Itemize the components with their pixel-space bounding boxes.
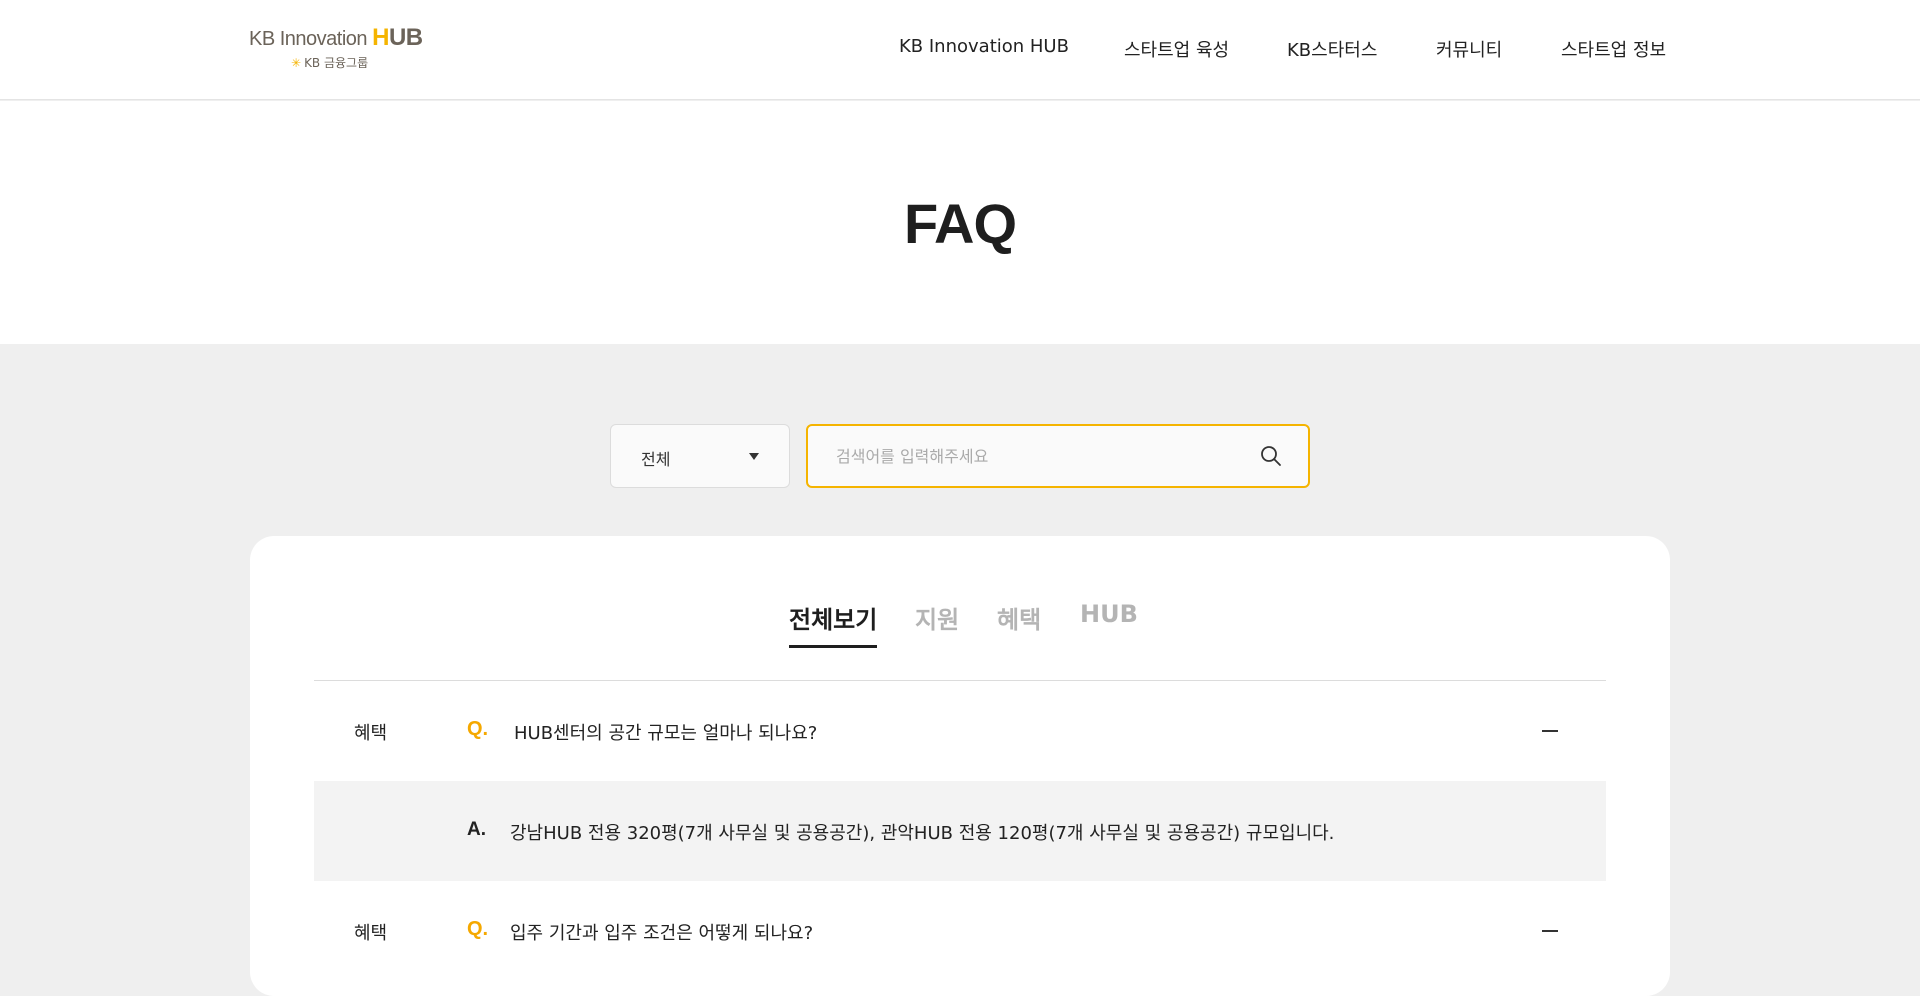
faq-answer: 강남HUB 전용 320평(7개 사무실 및 공용공간), 관악HUB 전용 1…: [510, 823, 1335, 844]
collapse-icon[interactable]: [1542, 930, 1558, 932]
faq-question: HUB센터의 공간 규모는 얼마나 되나요?: [514, 723, 818, 744]
faq-category: 혜택: [354, 723, 388, 744]
faq-category: 혜택: [354, 923, 388, 944]
caret-down-icon: [749, 453, 759, 460]
faq-tabs: 전체보기 지원 혜택 HUB: [250, 600, 1670, 650]
faq-answer-row: A. 강남HUB 전용 320평(7개 사무실 및 공용공간), 관악HUB 전…: [314, 781, 1606, 881]
nav-item-startup-info[interactable]: 스타트업 정보: [1561, 36, 1666, 62]
faq-question-row[interactable]: 혜택 Q. 입주 기간과 입주 조건은 어떻게 되나요?: [314, 881, 1606, 981]
nav-item-startup-growth[interactable]: 스타트업 육성: [1124, 36, 1229, 62]
tab-support[interactable]: 지원: [915, 600, 959, 635]
page-title: FAQ: [903, 192, 1017, 255]
nav-item-community[interactable]: 커뮤니티: [1436, 36, 1502, 62]
nav-item-kb-innovation-hub[interactable]: KB Innovation HUB: [899, 36, 1069, 57]
question-mark-label: Q.: [467, 918, 489, 940]
search-input[interactable]: [836, 426, 1236, 486]
answer-mark-label: A.: [467, 819, 486, 840]
tab-hub[interactable]: HUB: [1080, 600, 1138, 628]
search-icon[interactable]: [1260, 445, 1282, 467]
category-select[interactable]: 전체: [610, 424, 790, 488]
tab-benefit[interactable]: 혜택: [997, 600, 1041, 635]
nav-item-kb-starters[interactable]: KB스타터스: [1287, 36, 1377, 62]
question-mark-label: Q.: [467, 718, 489, 740]
category-select-value: 전체: [641, 450, 671, 469]
collapse-icon[interactable]: [1542, 730, 1558, 732]
page-hero: FAQ: [0, 101, 1920, 344]
faq-question-row[interactable]: 혜택 Q. HUB센터의 공간 규모는 얼마나 되나요?: [314, 681, 1606, 781]
site-header: KB Innovation HUB ✳ KB 금융그룹 KB Innovation…: [0, 0, 1920, 100]
tab-all[interactable]: 전체보기: [789, 600, 878, 648]
search-box: [806, 424, 1310, 488]
faq-list: 혜택 Q. HUB센터의 공간 규모는 얼마나 되나요? A. 강남HUB 전용…: [314, 680, 1606, 981]
faq-question: 입주 기간과 입주 조건은 어떻게 되나요?: [510, 923, 814, 944]
main-nav: KB Innovation HUB 스타트업 육성 KB스타터스 커뮤니티 스타…: [0, 36, 1920, 66]
faq-card: 전체보기 지원 혜택 HUB 혜택 Q. HUB센터의 공간 규모는 얼마나 되…: [250, 536, 1670, 996]
